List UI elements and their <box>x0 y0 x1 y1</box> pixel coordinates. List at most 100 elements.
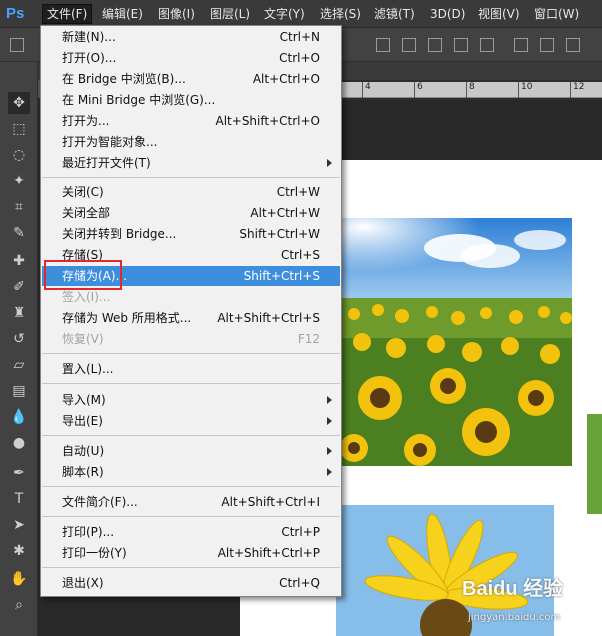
stamp-tool-icon[interactable]: ♜ <box>8 302 30 324</box>
annotation-highlight-box <box>44 260 122 290</box>
menu-item-shortcut: Ctrl+W <box>276 185 320 199</box>
menu-view[interactable]: 视图(V) <box>474 4 524 24</box>
menu-item-browse-mini-bridge[interactable]: 在 Mini Bridge 中浏览(G)... <box>42 90 340 110</box>
menu-item-browse-bridge[interactable]: 在 Bridge 中浏览(B)... Alt+Ctrl+O <box>42 69 340 89</box>
distribute-top-icon[interactable] <box>514 38 528 52</box>
menu-select[interactable]: 选择(S) <box>316 4 365 24</box>
menu-item-file-info[interactable]: 文件简介(F)... Alt+Shift+Ctrl+I <box>42 492 340 512</box>
menu-image[interactable]: 图像(I) <box>154 4 199 24</box>
menu-item-open[interactable]: 打开(O)... Ctrl+O <box>42 48 340 68</box>
menu-item-label: 签入(I)... <box>62 290 111 304</box>
baidu-watermark: Baidu 经验 jingyan.baidu.com <box>462 572 602 632</box>
horizontal-ruler: 4 6 8 10 12 <box>340 82 602 98</box>
ruler-tick: 6 <box>414 82 423 98</box>
menu-item-shortcut: Alt+Ctrl+O <box>252 72 320 86</box>
crop-tool-icon[interactable]: ⌗ <box>8 196 30 218</box>
menu-item-shortcut: Alt+Shift+Ctrl+S <box>217 311 320 325</box>
menu-layer[interactable]: 图层(L) <box>206 4 254 24</box>
distribute-bottom-icon[interactable] <box>566 38 580 52</box>
move-tool-icon[interactable] <box>10 38 24 52</box>
menu-filter[interactable]: 滤镜(T) <box>370 4 419 24</box>
tools-panel: ✥ ⬚ ◌ ✦ ⌗ ✎ ✚ ✐ ♜ ↺ ▱ ▤ 💧 ● ✒ T ➤ ✱ ✋ ⌕ <box>0 62 38 636</box>
menu-item-label: 最近打开文件(T) <box>62 156 151 170</box>
menu-item-new[interactable]: 新建(N)... Ctrl+N <box>42 27 340 47</box>
type-tool-icon[interactable]: T <box>8 488 30 510</box>
menu-item-label: 自动(U) <box>62 444 105 458</box>
menu-item-close-go-bridge[interactable]: 关闭并转到 Bridge... Shift+Ctrl+W <box>42 224 340 244</box>
zoom-tool-icon[interactable]: ⌕ <box>8 594 30 616</box>
ruler-tick: 10 <box>518 82 532 98</box>
submenu-arrow-icon <box>327 447 332 455</box>
menu-item-open-smart-object[interactable]: 打开为智能对象... <box>42 132 340 152</box>
watermark-url: jingyan.baidu.com <box>468 612 561 623</box>
submenu-arrow-icon <box>327 396 332 404</box>
eraser-tool-icon[interactable]: ▱ <box>8 354 30 376</box>
move-tool-icon[interactable]: ✥ <box>8 92 30 114</box>
menu-item-label: 打开为... <box>62 114 110 128</box>
menu-item-label: 关闭全部 <box>62 206 111 220</box>
sunflower-field-photo <box>340 218 572 466</box>
menu-item-label: 打开为智能对象... <box>62 135 158 149</box>
menu-item-shortcut: Shift+Ctrl+W <box>239 227 320 241</box>
align-hcenter-icon[interactable] <box>480 38 494 52</box>
menu-item-recent-files[interactable]: 最近打开文件(T) <box>42 153 340 173</box>
menu-window[interactable]: 窗口(W) <box>530 4 583 24</box>
menu-item-label: 恢复(V) <box>62 332 104 346</box>
menu-item-shortcut: Alt+Ctrl+W <box>250 206 320 220</box>
pen-tool-icon[interactable]: ✒ <box>8 462 30 484</box>
menu-edit[interactable]: 编辑(E) <box>98 4 147 24</box>
dodge-tool-icon[interactable]: ● <box>8 432 30 454</box>
path-selection-tool-icon[interactable]: ➤ <box>8 514 30 536</box>
partial-photo-right <box>587 414 602 514</box>
brush-tool-icon[interactable]: ✐ <box>8 276 30 298</box>
align-top-icon[interactable] <box>376 38 390 52</box>
shape-tool-icon[interactable]: ✱ <box>8 540 30 562</box>
gradient-tool-icon[interactable]: ▤ <box>8 380 30 402</box>
menu-item-shortcut: Ctrl+P <box>281 525 320 539</box>
blur-tool-icon[interactable]: 💧 <box>8 406 30 428</box>
eyedropper-tool-icon[interactable]: ✎ <box>8 222 30 244</box>
menu-item-label: 置入(L)... <box>62 362 114 376</box>
menu-item-label: 打印(P)... <box>62 525 115 539</box>
menu-item-shortcut: Ctrl+S <box>280 248 320 262</box>
align-left-icon[interactable] <box>454 38 468 52</box>
menu-item-label: 关闭并转到 Bridge... <box>62 227 177 241</box>
menu-item-exit[interactable]: 退出(X) Ctrl+Q <box>42 573 340 593</box>
menu-item-label: 脚本(R) <box>62 465 104 479</box>
menu-item-label: 新建(N)... <box>62 30 116 44</box>
menu-item-label: 在 Mini Bridge 中浏览(G)... <box>62 93 216 107</box>
menu-item-export[interactable]: 导出(E) <box>42 411 340 431</box>
menu-item-shortcut: Shift+Ctrl+S <box>243 269 320 283</box>
menu-item-print[interactable]: 打印(P)... Ctrl+P <box>42 522 340 542</box>
menu-item-scripts[interactable]: 脚本(R) <box>42 462 340 482</box>
healing-brush-tool-icon[interactable]: ✚ <box>8 250 30 272</box>
submenu-arrow-icon <box>327 159 332 167</box>
menu-item-close-all[interactable]: 关闭全部 Alt+Ctrl+W <box>42 203 340 223</box>
distribute-vcenter-icon[interactable] <box>540 38 554 52</box>
menu-item-save-for-web[interactable]: 存储为 Web 所用格式... Alt+Shift+Ctrl+S <box>42 308 340 328</box>
menu-item-shortcut: Ctrl+O <box>279 51 320 65</box>
submenu-arrow-icon <box>327 468 332 476</box>
menu-item-place[interactable]: 置入(L)... <box>42 359 340 379</box>
menu-separator <box>42 486 340 487</box>
menu-3d[interactable]: 3D(D) <box>426 4 469 24</box>
align-bottom-icon[interactable] <box>428 38 442 52</box>
marquee-tool-icon[interactable]: ⬚ <box>8 118 30 140</box>
menu-file[interactable]: 文件(F) <box>42 4 93 24</box>
lasso-tool-icon[interactable]: ◌ <box>8 144 30 166</box>
menu-separator <box>42 383 340 384</box>
menu-item-label: 关闭(C) <box>62 185 104 199</box>
menu-item-close[interactable]: 关闭(C) Ctrl+W <box>42 182 340 202</box>
menu-item-print-one-copy[interactable]: 打印一份(Y) Alt+Shift+Ctrl+P <box>42 543 340 563</box>
history-brush-tool-icon[interactable]: ↺ <box>8 328 30 350</box>
hand-tool-icon[interactable]: ✋ <box>8 568 30 590</box>
menu-separator <box>42 567 340 568</box>
align-vcenter-icon[interactable] <box>402 38 416 52</box>
watermark-brand: Baidu 经验 <box>462 578 564 600</box>
menu-type[interactable]: 文字(Y) <box>260 4 309 24</box>
menu-item-revert: 恢复(V) F12 <box>42 329 340 349</box>
magic-wand-tool-icon[interactable]: ✦ <box>8 170 30 192</box>
menu-item-open-as[interactable]: 打开为... Alt+Shift+Ctrl+O <box>42 111 340 131</box>
menu-item-import[interactable]: 导入(M) <box>42 390 340 410</box>
menu-item-automate[interactable]: 自动(U) <box>42 441 340 461</box>
